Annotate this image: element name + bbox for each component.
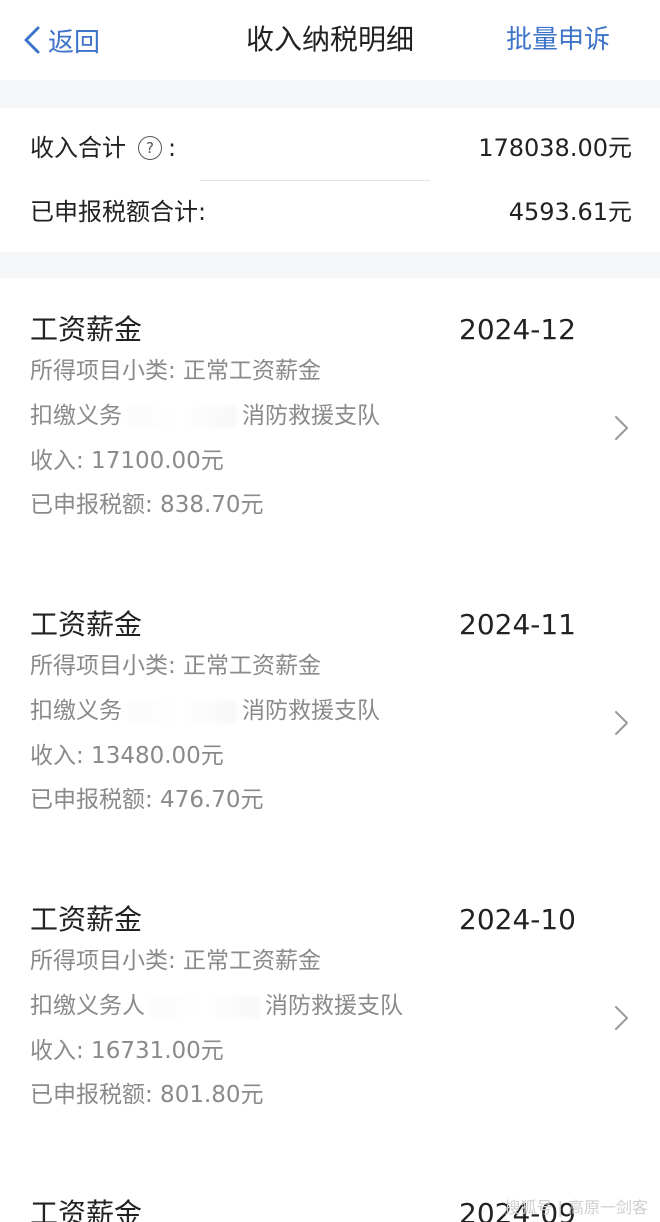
tax-total-value: 4593.61元 xyxy=(508,198,632,226)
chevron-left-icon xyxy=(24,26,40,54)
withholder-suffix: 消防救援支队 xyxy=(265,993,403,1019)
section-divider xyxy=(0,252,660,278)
back-label: 返回 xyxy=(48,27,101,58)
withholder-prefix: 扣缴义务 xyxy=(30,403,122,429)
chevron-right-icon[interactable] xyxy=(612,1004,630,1032)
record-income: 收入: 13480.00元 xyxy=(30,743,224,769)
income-total-label: 收入合计 xyxy=(30,134,126,162)
chevron-right-icon[interactable] xyxy=(612,709,630,737)
record-date: 2024-12 xyxy=(459,313,576,346)
record-tax: 已申报税额: 838.70元 xyxy=(30,492,264,518)
withholder-prefix: 扣缴义务人 xyxy=(30,993,145,1019)
section-divider xyxy=(0,80,660,108)
back-button[interactable]: 返回 xyxy=(22,18,100,62)
watermark: 搜狐号 | 高原一剑客 xyxy=(504,1198,648,1217)
record-date: 2024-10 xyxy=(459,903,576,936)
record-withholder: 扣缴义务 消防救援支队 xyxy=(30,694,380,728)
nav-bar: 返回 收入纳税明细 批量申诉 xyxy=(0,0,660,80)
record-title: 工资薪金 xyxy=(30,1197,143,1222)
redacted-region xyxy=(151,995,259,1018)
record-tax: 已申报税额: 801.80元 xyxy=(30,1082,264,1108)
record-subcategory: 所得项目小类: 正常工资薪金 xyxy=(30,653,322,679)
record-card[interactable]: 工资薪金 2024-11 所得项目小类: 正常工资薪金 扣缴义务 消防救援支队 收… xyxy=(0,605,660,885)
withholder-suffix: 消防救援支队 xyxy=(242,698,380,724)
record-tax: 已申报税额: 476.70元 xyxy=(30,787,264,813)
record-card[interactable]: 工资薪金 2024-12 所得项目小类: 正常工资薪金 扣缴义务 消防救援支队 收… xyxy=(0,310,660,590)
record-subcategory: 所得项目小类: 正常工资薪金 xyxy=(30,948,322,974)
tax-total-row: 已申报税额合计: 4593.61元 xyxy=(0,182,660,242)
record-withholder: 扣缴义务人 消防救援支队 xyxy=(30,989,403,1023)
record-withholder: 扣缴义务 消防救援支队 xyxy=(30,399,380,433)
summary-divider xyxy=(200,180,430,181)
record-income: 收入: 17100.00元 xyxy=(30,448,224,474)
record-income: 收入: 16731.00元 xyxy=(30,1038,224,1064)
record-title: 工资薪金 xyxy=(30,608,143,641)
record-title: 工资薪金 xyxy=(30,313,143,346)
withholder-prefix: 扣缴义务 xyxy=(30,698,122,724)
chevron-right-icon[interactable] xyxy=(612,414,630,442)
record-title: 工资薪金 xyxy=(30,903,143,936)
income-total-colon: : xyxy=(168,134,177,162)
withholder-suffix: 消防救援支队 xyxy=(242,403,380,429)
batch-appeal-button[interactable]: 批量申诉 xyxy=(506,18,610,62)
record-card[interactable]: 工资薪金 2024-10 所得项目小类: 正常工资薪金 扣缴义务人 消防救援支队 … xyxy=(0,900,660,1180)
redacted-region xyxy=(128,700,236,723)
income-total-value: 178038.00元 xyxy=(478,134,632,162)
question-circle-icon[interactable]: ? xyxy=(138,136,162,160)
income-total-row: 收入合计 ? : 178038.00元 xyxy=(0,118,660,178)
tax-total-label: 已申报税额合计: xyxy=(30,198,207,226)
record-subcategory: 所得项目小类: 正常工资薪金 xyxy=(30,358,322,384)
redacted-region xyxy=(128,405,236,428)
record-date: 2024-11 xyxy=(459,608,576,641)
